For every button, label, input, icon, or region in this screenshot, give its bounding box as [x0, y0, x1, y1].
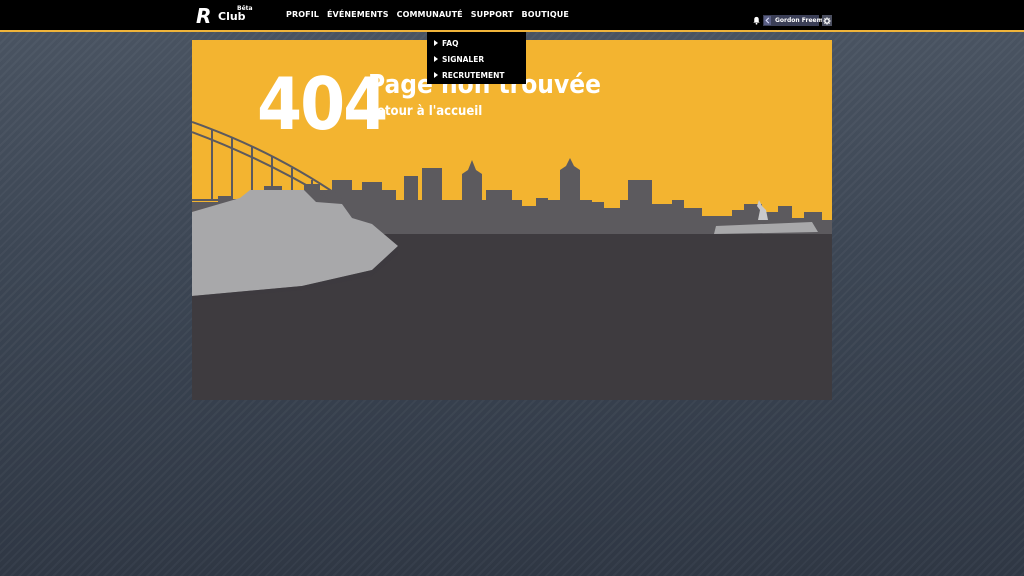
- dropdown-item-recrutement[interactable]: RECRUTEMENT: [427, 67, 526, 83]
- user-menu[interactable]: Gordon Freeman: [763, 15, 831, 26]
- caret-right-icon: [434, 40, 438, 46]
- main-nav: PROFIL ÉVÉNEMENTS COMMUNAUTÉ SUPPORT BOU…: [286, 0, 577, 30]
- error-code: 404: [257, 62, 388, 146]
- nav-boutique[interactable]: BOUTIQUE: [522, 0, 569, 30]
- dropdown-item-label: FAQ: [442, 38, 459, 48]
- error-panel: 404 Page non trouvée Retour à l'accueil: [192, 40, 832, 400]
- home-link[interactable]: Retour à l'accueil: [368, 104, 482, 119]
- nav-communaute[interactable]: COMMUNAUTÉ: [397, 0, 463, 30]
- nav-profil[interactable]: PROFIL: [286, 0, 319, 30]
- dropdown-item-faq[interactable]: FAQ: [427, 35, 526, 51]
- avatar[interactable]: [764, 16, 771, 25]
- dropdown-item-label: SIGNALER: [442, 54, 485, 64]
- top-navigation-bar: R Club Bêta PROFIL ÉVÉNEMENTS COMMUNAUTÉ…: [0, 0, 1024, 32]
- nav-support[interactable]: SUPPORT: [471, 0, 514, 30]
- caret-right-icon: [434, 56, 438, 62]
- bell-icon[interactable]: [752, 16, 761, 25]
- gear-icon: [823, 16, 831, 25]
- rockstar-logo[interactable]: R: [196, 6, 212, 26]
- dropdown-item-signaler[interactable]: SIGNALER: [427, 51, 526, 67]
- nav-evenements[interactable]: ÉVÉNEMENTS: [327, 0, 389, 30]
- settings-button[interactable]: [822, 15, 832, 26]
- beta-badge: Bêta: [237, 5, 253, 12]
- dropdown-item-label: RECRUTEMENT: [442, 70, 505, 80]
- caret-right-icon: [434, 72, 438, 78]
- avatar-icon: [765, 17, 770, 24]
- support-dropdown-menu: FAQ SIGNALER RECRUTEMENT: [427, 32, 526, 84]
